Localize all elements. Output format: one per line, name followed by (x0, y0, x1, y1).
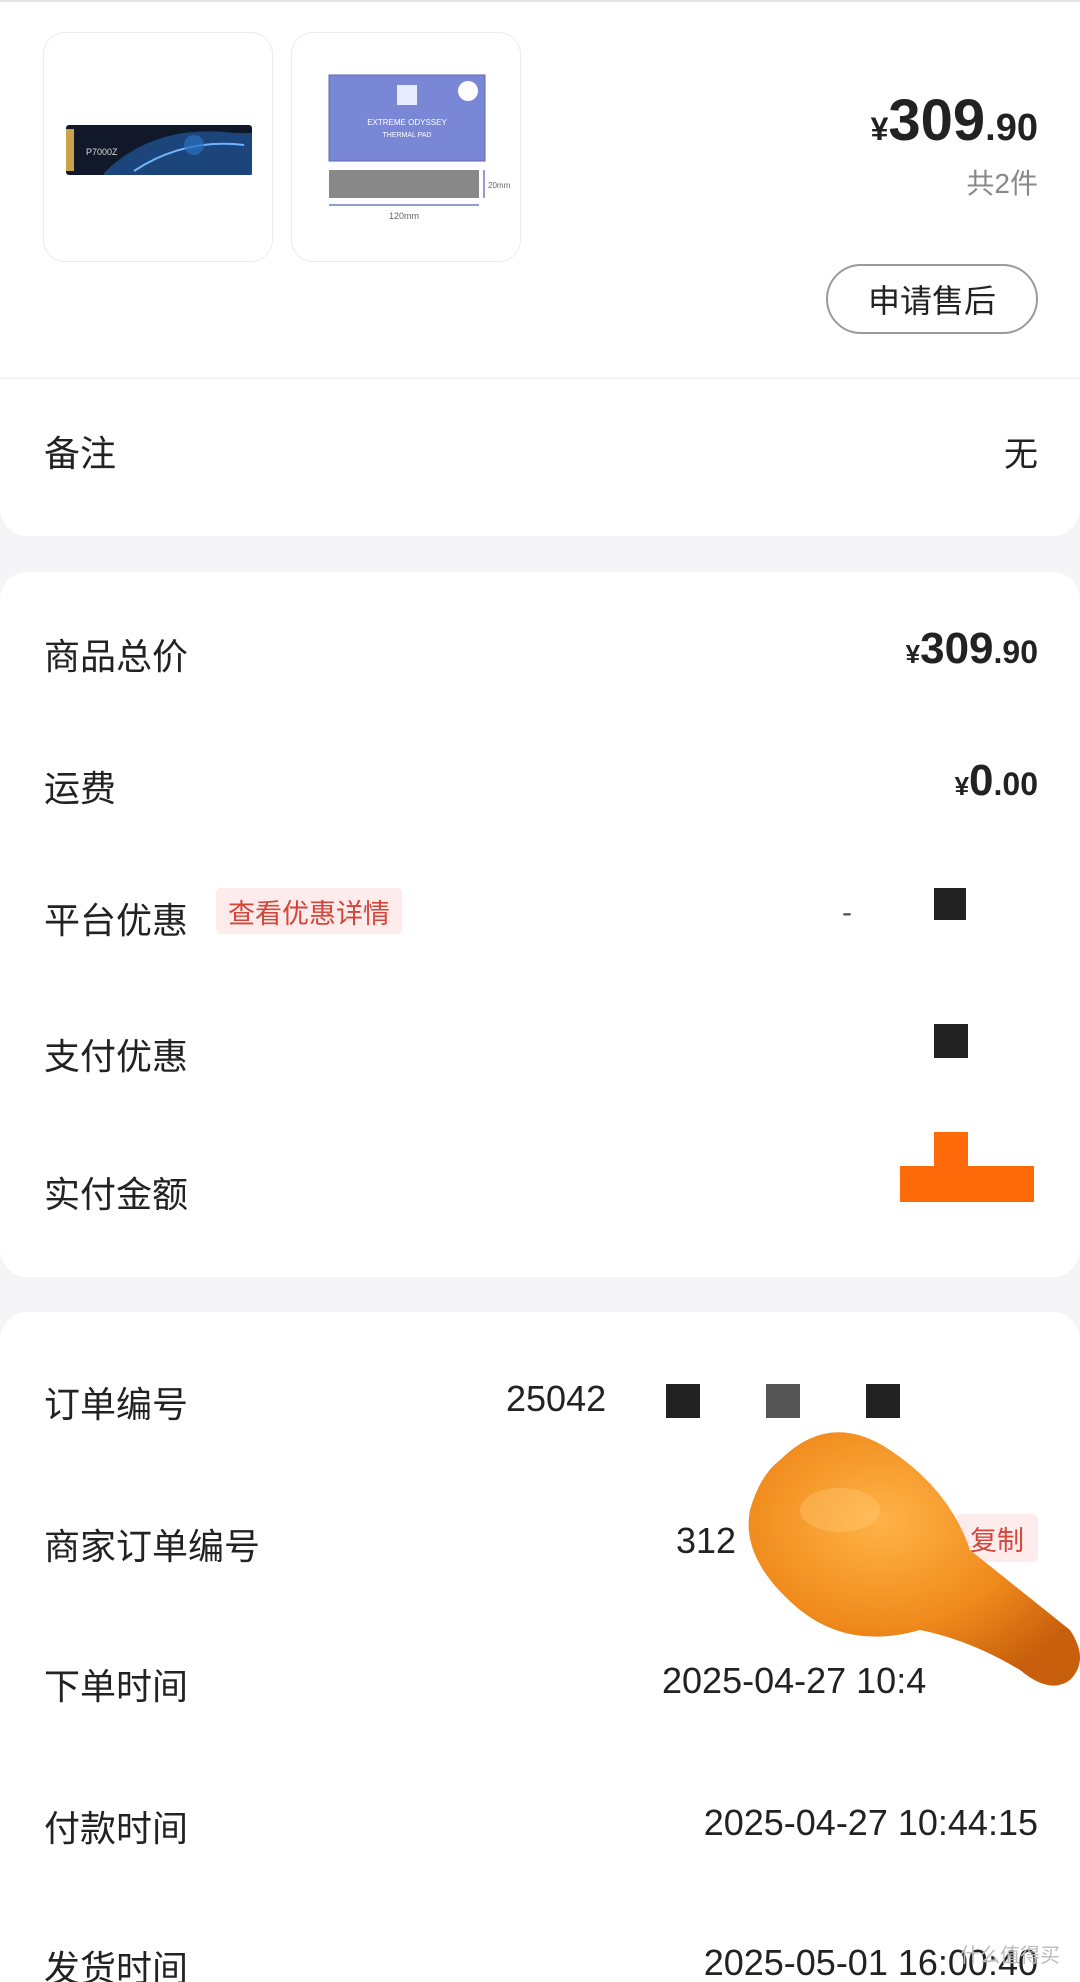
thermal-pad-image: EXTREME ODYSSEY THERMAL PAD 120mm 20mm (328, 74, 511, 221)
goods-total-label: 商品总价 (44, 636, 189, 677)
goods-total-currency: ¥ (905, 639, 921, 669)
height-dimension-label: 20mm (488, 181, 511, 190)
copy-button[interactable]: 复制 (956, 1514, 1038, 1562)
goods-total-decimal: .90 (993, 634, 1038, 670)
watermark: 什么值得买 (960, 1945, 1060, 1967)
goods-total-row: 商品总价 ¥309.90 (0, 624, 1080, 688)
order-time-label: 下单时间 (44, 1666, 189, 1707)
merchant-order-number-label: 商家订单编号 (44, 1526, 261, 1567)
order-time-value: 2025-04-27 10:4 (662, 1660, 927, 1701)
width-dimension-label: 120mm (389, 211, 419, 221)
shipping-row: 运费 ¥0.00 (0, 756, 1080, 820)
order-number-label: 订单编号 (44, 1384, 189, 1425)
platform-discount-minus: - (842, 896, 852, 929)
paid-amount-label: 实付金额 (44, 1174, 189, 1215)
shipping-currency: ¥ (954, 771, 970, 801)
ssd-model-label: P7000Z (86, 147, 118, 157)
product-card: P7000Z EXTREME ODYSSEY THERMAL PAD 120mm… (0, 0, 1080, 377)
order-number-value: 25042 (506, 1378, 607, 1419)
shipping-decimal: .00 (993, 766, 1038, 802)
price-decimal: .90 (985, 107, 1038, 149)
redaction-block-orange (900, 1166, 1034, 1202)
shipping-amount: ¥0.00 (955, 756, 1038, 806)
order-number-row: 订单编号 25042 (0, 1376, 1080, 1436)
redaction-block (934, 1024, 968, 1058)
shipping-label: 运费 (44, 768, 117, 809)
after-sale-button[interactable]: 申请售后 (826, 264, 1038, 334)
pay-time-label: 付款时间 (44, 1808, 189, 1849)
pay-time-value: 2025-04-27 10:44:15 (703, 1802, 1038, 1843)
goods-total-integer: 309 (920, 624, 994, 673)
remark-value: 无 (1004, 436, 1038, 474)
platform-discount-label: 平台优惠 (44, 900, 189, 941)
view-discount-details-button[interactable]: 查看优惠详情 (216, 888, 402, 934)
thermal-pad-title: EXTREME ODYSSEY (367, 118, 447, 127)
order-info-card: 订单编号 25042 商家订单编号 312 复制 下单时间 2025-04-27… (0, 1312, 1080, 1982)
redaction-block (666, 1384, 700, 1418)
payment-card: 商品总价 ¥309.90 运费 ¥0.00 平台优惠 查看优惠详情 - 支付优惠… (0, 572, 1080, 1277)
ship-time-label: 发货时间 (44, 1948, 189, 1982)
merchant-order-number-value: 312 (676, 1520, 737, 1561)
goods-total-amount: ¥309.90 (906, 624, 1038, 674)
redaction-block-orange (934, 1132, 968, 1168)
payment-discount-row: 支付优惠 (0, 1024, 1080, 1088)
redaction-block (766, 1384, 800, 1418)
price-integer: 309 (888, 88, 986, 153)
redaction-block (866, 1384, 900, 1418)
pay-time-row: 付款时间 2025-04-27 10:44:15 (0, 1800, 1080, 1860)
item-count: 共2件 (966, 168, 1038, 199)
price-currency: ¥ (870, 111, 889, 147)
order-time-row: 下单时间 2025-04-27 10:4 (0, 1658, 1080, 1718)
redaction-block (934, 888, 966, 920)
product-thumbnail-thermal-pad[interactable]: EXTREME ODYSSEY THERMAL PAD 120mm 20mm (291, 32, 521, 262)
payment-discount-label: 支付优惠 (44, 1036, 189, 1077)
ssd-image: P7000Z (66, 125, 252, 175)
platform-discount-row: 平台优惠 查看优惠详情 - (0, 888, 1080, 952)
shipping-integer: 0 (969, 756, 994, 805)
remark-label: 备注 (44, 433, 117, 474)
remark-card: 备注 无 (0, 378, 1080, 536)
thermal-pad-subtitle: THERMAL PAD (382, 132, 431, 139)
order-price: ¥309.90 (871, 87, 1038, 154)
ship-time-row: 发货时间 2025-05-01 16:00:40 (0, 1940, 1080, 1982)
product-thumbnail-ssd[interactable]: P7000Z (43, 32, 273, 262)
paid-amount-row: 实付金额 (0, 1132, 1080, 1226)
merchant-order-number-row: 商家订单编号 312 复制 (0, 1514, 1080, 1578)
